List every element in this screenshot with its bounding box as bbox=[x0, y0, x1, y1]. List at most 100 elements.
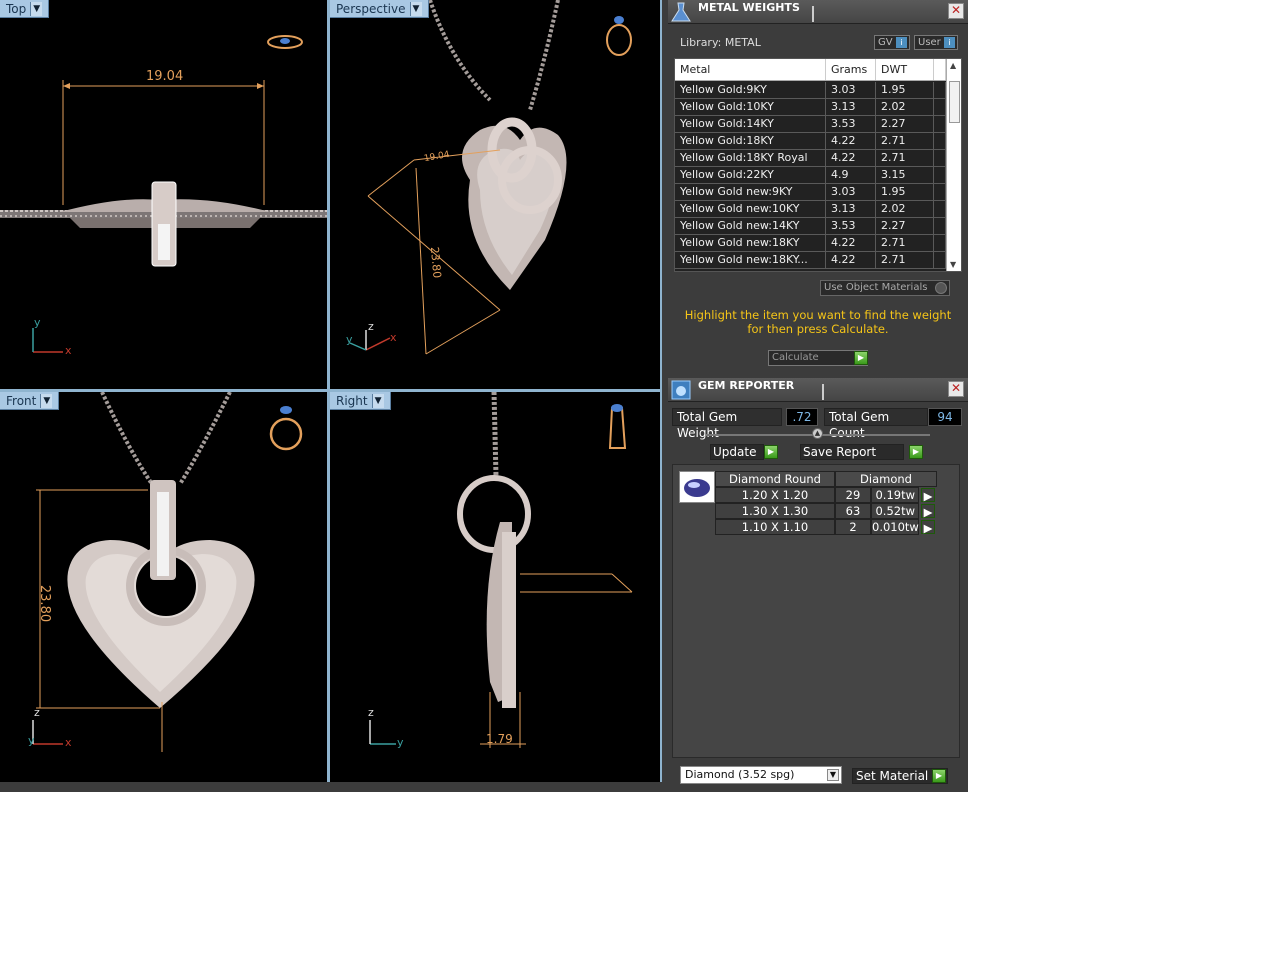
viewport-tab-right[interactable]: Right ▼ bbox=[330, 392, 391, 410]
metal-table-header: Metal Grams DWT bbox=[675, 59, 946, 81]
metal-name: Yellow Gold new:14KY bbox=[675, 218, 826, 234]
metal-blank bbox=[934, 167, 946, 183]
table-row[interactable]: Yellow Gold new:18KY... 4.22 2.71 bbox=[675, 252, 946, 269]
viewport-tab-front[interactable]: Front ▼ bbox=[0, 392, 60, 410]
viewport-tab-label: Top bbox=[6, 1, 27, 16]
metal-grams: 3.03 bbox=[826, 184, 876, 200]
scroll-down-icon[interactable]: ▼ bbox=[950, 260, 956, 269]
dimension-perspective-height: 23.80 bbox=[427, 246, 444, 279]
metal-table-scrollbar[interactable]: ▲ ▼ bbox=[946, 59, 961, 271]
table-row[interactable]: 1.20 X 1.20 29 0.19tw ▶ bbox=[715, 487, 937, 503]
table-row[interactable]: 1.30 X 1.30 63 0.52tw ▶ bbox=[715, 503, 937, 519]
flask-icon bbox=[671, 2, 691, 22]
column-header-dwt[interactable]: DWT bbox=[876, 59, 934, 80]
viewport-tab-top[interactable]: Top ▼ bbox=[0, 0, 50, 18]
table-row[interactable]: Yellow Gold:18KY Royal 4.22 2.71 bbox=[675, 150, 946, 167]
user-toggle[interactable]: User i bbox=[914, 35, 958, 50]
metal-blank bbox=[934, 116, 946, 132]
scroll-thumb[interactable] bbox=[949, 81, 960, 123]
metal-name: Yellow Gold new:18KY bbox=[675, 235, 826, 251]
chevron-down-icon[interactable]: ▼ bbox=[371, 393, 384, 408]
close-icon[interactable]: ✕ bbox=[948, 3, 964, 19]
save-report-go-icon[interactable]: ▶ bbox=[909, 445, 923, 459]
table-row[interactable]: Yellow Gold new:9KY 3.03 1.95 bbox=[675, 184, 946, 201]
use-object-materials-toggle[interactable]: Use Object Materials bbox=[820, 280, 950, 296]
set-material-label: Set Material bbox=[856, 769, 929, 783]
column-header-grams[interactable]: Grams bbox=[826, 59, 876, 80]
metal-dwt: 3.15 bbox=[876, 167, 934, 183]
calculate-go-icon[interactable]: ▶ bbox=[854, 351, 868, 365]
metal-table[interactable]: Metal Grams DWT Yellow Gold:9KY 3.03 1.95 Y… bbox=[674, 58, 962, 272]
viewport-tab-perspective[interactable]: Perspective ▼ bbox=[330, 0, 429, 18]
table-row[interactable]: Yellow Gold:22KY 4.9 3.15 bbox=[675, 167, 946, 184]
info-icon: i bbox=[944, 37, 955, 48]
chevron-down-icon[interactable]: ▼ bbox=[827, 769, 839, 781]
metal-grams: 4.22 bbox=[826, 252, 876, 268]
viewport-divider-right bbox=[660, 0, 662, 782]
gem-count: 29 bbox=[835, 487, 871, 503]
gem-row-go-icon[interactable]: ▶ bbox=[921, 488, 935, 503]
gem-reporter-header[interactable]: GEM REPORTER ✕ bbox=[668, 378, 968, 402]
column-header-metal[interactable]: Metal bbox=[675, 59, 826, 80]
save-report-button[interactable]: Save Report bbox=[800, 444, 904, 460]
metal-blank bbox=[934, 99, 946, 115]
update-go-icon[interactable]: ▶ bbox=[764, 445, 778, 459]
metal-blank bbox=[934, 184, 946, 200]
material-select[interactable]: Diamond (3.52 spg) ▼ bbox=[680, 766, 842, 784]
metal-dwt: 2.71 bbox=[876, 252, 934, 268]
update-button[interactable]: Update bbox=[710, 444, 764, 460]
user-toggle-label: User bbox=[918, 37, 941, 48]
table-row[interactable]: 1.10 X 1.10 2 0.010tw ▶ bbox=[715, 519, 937, 535]
metal-name: Yellow Gold:9KY bbox=[675, 82, 826, 98]
viewport-top[interactable]: 19.04 y x Top ▼ bbox=[0, 0, 327, 389]
gem-report-icon bbox=[671, 380, 691, 400]
viewport-right[interactable]: 1.79 z y Right ▼ bbox=[330, 392, 660, 782]
close-icon[interactable]: ✕ bbox=[948, 381, 964, 397]
table-row[interactable]: Yellow Gold new:10KY 3.13 2.02 bbox=[675, 201, 946, 218]
metal-name: Yellow Gold new:18KY... bbox=[675, 252, 826, 268]
axis-x-label: x bbox=[65, 344, 72, 357]
panel-title: GEM REPORTER bbox=[698, 379, 795, 392]
gem-weight: 0.52tw bbox=[871, 503, 919, 519]
table-row[interactable]: Yellow Gold new:14KY 3.53 2.27 bbox=[675, 218, 946, 235]
gem-weight: 0.19tw bbox=[871, 487, 919, 503]
chevron-down-icon[interactable]: ▼ bbox=[30, 1, 43, 16]
table-row[interactable]: Yellow Gold new:18KY 4.22 2.71 bbox=[675, 235, 946, 252]
gem-report-area: Diamond Round Diamond 1.20 X 1.20 29 0.19t… bbox=[672, 464, 960, 758]
table-row[interactable]: Yellow Gold:10KY 3.13 2.02 bbox=[675, 99, 946, 116]
table-row[interactable]: Yellow Gold:18KY 4.22 2.71 bbox=[675, 133, 946, 150]
metal-weights-header[interactable]: METAL WEIGHTS ✕ bbox=[668, 0, 968, 24]
axis-y-label: y bbox=[397, 736, 404, 749]
chevron-down-icon[interactable]: ▼ bbox=[40, 393, 53, 408]
report-slider-knob[interactable]: ▲ bbox=[812, 428, 823, 439]
viewport-perspective[interactable]: 19.04 23.80 z y x Perspective ▼ bbox=[330, 0, 660, 389]
gem-row-go-icon[interactable]: ▶ bbox=[921, 520, 935, 535]
dimension-front: 23.80 bbox=[37, 584, 53, 623]
radio-icon[interactable] bbox=[935, 282, 947, 294]
resize-handle[interactable] bbox=[812, 6, 814, 22]
chevron-down-icon[interactable]: ▼ bbox=[409, 1, 422, 16]
metal-dwt: 2.71 bbox=[876, 235, 934, 251]
set-material-go-icon[interactable]: ▶ bbox=[932, 769, 946, 783]
total-gem-weight-value: .72 bbox=[786, 408, 818, 426]
dimension-right: 1.79 bbox=[486, 732, 513, 746]
table-row[interactable]: Yellow Gold:9KY 3.03 1.95 bbox=[675, 82, 946, 99]
metal-dwt: 1.95 bbox=[876, 82, 934, 98]
axis-y-label: y bbox=[346, 333, 353, 346]
table-row[interactable]: Yellow Gold:14KY 3.53 2.27 bbox=[675, 116, 946, 133]
gem-row-go-icon[interactable]: ▶ bbox=[921, 504, 935, 519]
viewport-front[interactable]: 23.80 z y x Front ▼ bbox=[0, 392, 327, 782]
gem-table-header: Diamond Round Diamond bbox=[715, 471, 937, 487]
gv-toggle-label: GV bbox=[878, 37, 893, 48]
gem-table: Diamond Round Diamond 1.20 X 1.20 29 0.19t… bbox=[715, 471, 937, 535]
viewport-tab-label: Right bbox=[336, 393, 368, 408]
gem-header-shape: Diamond Round bbox=[715, 471, 835, 487]
calculate-label: Calculate bbox=[772, 352, 819, 363]
gem-size: 1.30 X 1.30 bbox=[715, 503, 835, 519]
metal-name: Yellow Gold new:10KY bbox=[675, 201, 826, 217]
scroll-up-icon[interactable]: ▲ bbox=[950, 61, 956, 70]
gv-toggle[interactable]: GV i bbox=[874, 35, 910, 50]
calculate-button[interactable]: Calculate bbox=[768, 350, 868, 366]
resize-handle[interactable] bbox=[822, 384, 824, 400]
library-label: Library: METAL bbox=[680, 36, 761, 49]
